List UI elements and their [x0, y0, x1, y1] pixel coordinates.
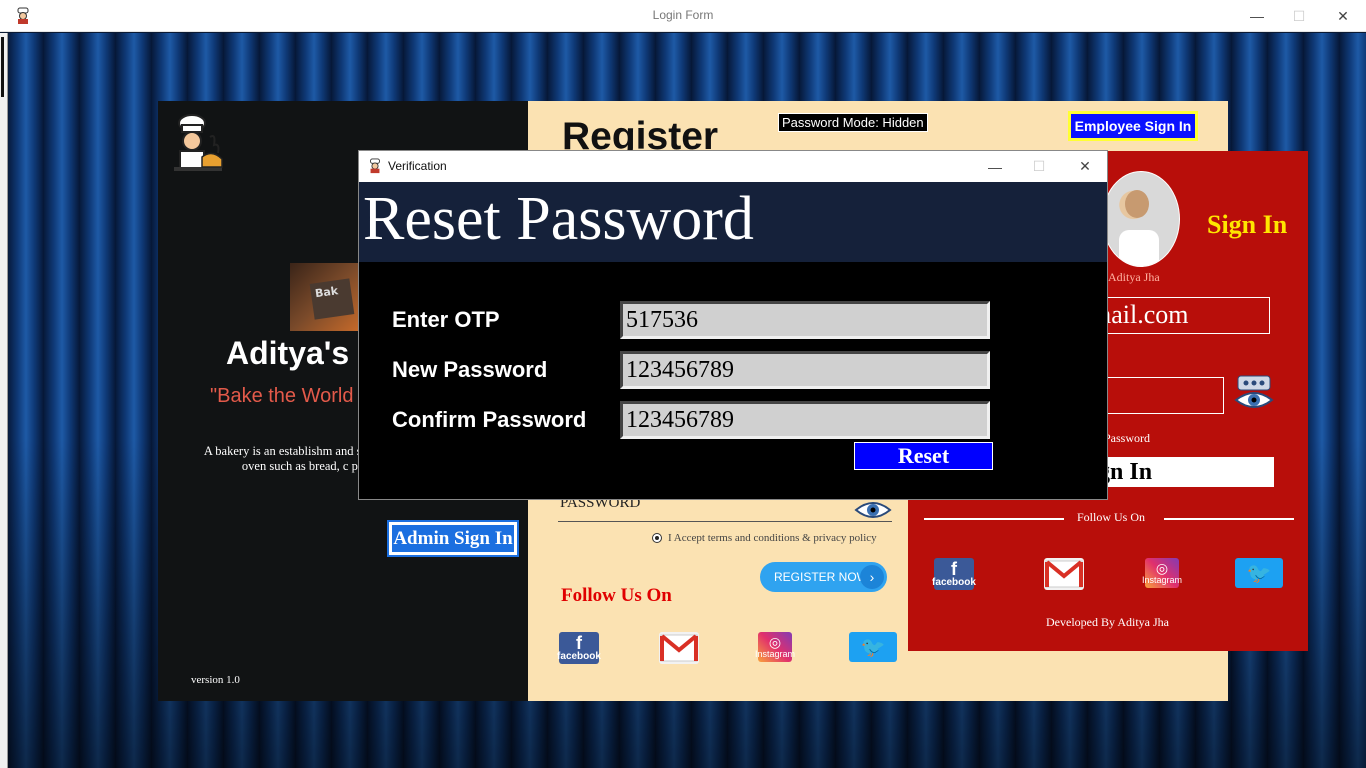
- dialog-close-button[interactable]: ✕: [1062, 151, 1108, 182]
- terms-text: I Accept terms and conditions & privacy …: [668, 532, 877, 544]
- gmail-icon[interactable]: [659, 632, 699, 664]
- version-label: version 1.0: [191, 674, 240, 686]
- instagram-icon[interactable]: ◎ Instagram: [754, 632, 796, 662]
- twitter-icon[interactable]: 🐦: [1235, 558, 1283, 588]
- instagram-icon[interactable]: ◎ Instagram: [1141, 558, 1183, 588]
- eye-toggle-icon[interactable]: [854, 499, 892, 521]
- confirm-password-label: Confirm Password: [392, 407, 587, 432]
- chef-app-icon: [370, 158, 380, 174]
- close-button[interactable]: ✕: [1320, 0, 1366, 32]
- brand-tagline: "Bake the World: [210, 385, 354, 407]
- admin-sign-in-button[interactable]: Admin Sign In: [387, 520, 519, 557]
- employee-sign-in-button[interactable]: Employee Sign In: [1068, 111, 1198, 141]
- gmail-envelope: [660, 634, 698, 662]
- dialog-maximize-button[interactable]: ☐: [1016, 151, 1062, 182]
- new-password-input[interactable]: 123456789: [620, 351, 990, 389]
- avatar-name: Aditya Jha: [1108, 270, 1160, 284]
- developer-credit: Developed By Aditya Jha: [1046, 615, 1169, 629]
- verification-dialog: Verification — ☐ ✕ Reset Password Enter …: [358, 150, 1108, 500]
- twitter-icon[interactable]: 🐦: [849, 632, 897, 662]
- password-mode-label: Password Mode: Hidden: [778, 113, 928, 132]
- minimize-button[interactable]: —: [1234, 0, 1280, 32]
- main-titlebar: Login Form — ☐ ✕: [0, 0, 1366, 32]
- reset-password-heading: Reset Password: [363, 185, 754, 253]
- instagram-label: Instagram: [1141, 575, 1183, 585]
- confirm-password-input[interactable]: 123456789: [620, 401, 990, 439]
- bakery-image: Bak: [290, 263, 360, 331]
- facebook-label: facebook: [557, 651, 601, 662]
- main-window-title: Login Form: [652, 8, 714, 22]
- new-password-label: New Password: [392, 357, 548, 382]
- facebook-label: facebook: [932, 577, 976, 588]
- register-now-button[interactable]: REGISTER NOW ›: [760, 562, 887, 592]
- dialog-minimize-button[interactable]: —: [972, 151, 1018, 182]
- maximize-button[interactable]: ☐: [1276, 0, 1322, 32]
- facebook-icon[interactable]: f facebook: [932, 558, 976, 590]
- dialog-title: Verification: [388, 159, 447, 173]
- register-password-underline: [558, 521, 892, 522]
- register-follow-label: Follow Us On: [561, 585, 672, 606]
- avatar: [1102, 171, 1180, 267]
- left-window-edge: [0, 33, 8, 768]
- terms-row[interactable]: I Accept terms and conditions & privacy …: [652, 532, 877, 544]
- brand-name: Aditya's: [226, 335, 350, 371]
- chevron-right-icon: ›: [860, 565, 884, 589]
- eye-toggle-icon[interactable]: [1234, 374, 1274, 412]
- facebook-icon[interactable]: f facebook: [557, 632, 601, 664]
- gmail-envelope: [1045, 560, 1083, 588]
- dialog-header: Reset Password: [359, 182, 1107, 262]
- chef-logo-icon: [174, 114, 223, 171]
- instagram-label: Instagram: [754, 649, 796, 659]
- sign-in-title: Sign In: [1207, 210, 1288, 239]
- sign-in-follow-label: Follow Us On: [1077, 510, 1146, 524]
- bakery-image-text: Bak: [309, 278, 355, 320]
- forgot-password-link[interactable]: Password: [1104, 431, 1150, 446]
- reset-button[interactable]: Reset: [854, 442, 993, 470]
- register-now-label: REGISTER NOW: [774, 570, 869, 584]
- gmail-icon[interactable]: [1044, 558, 1084, 590]
- otp-label: Enter OTP: [392, 307, 500, 332]
- dialog-titlebar: Verification — ☐ ✕: [359, 151, 1107, 182]
- sign-in-follow-row: Follow Us On: [924, 510, 1294, 526]
- terms-radio[interactable]: [652, 533, 662, 543]
- otp-input[interactable]: 517536: [620, 301, 990, 339]
